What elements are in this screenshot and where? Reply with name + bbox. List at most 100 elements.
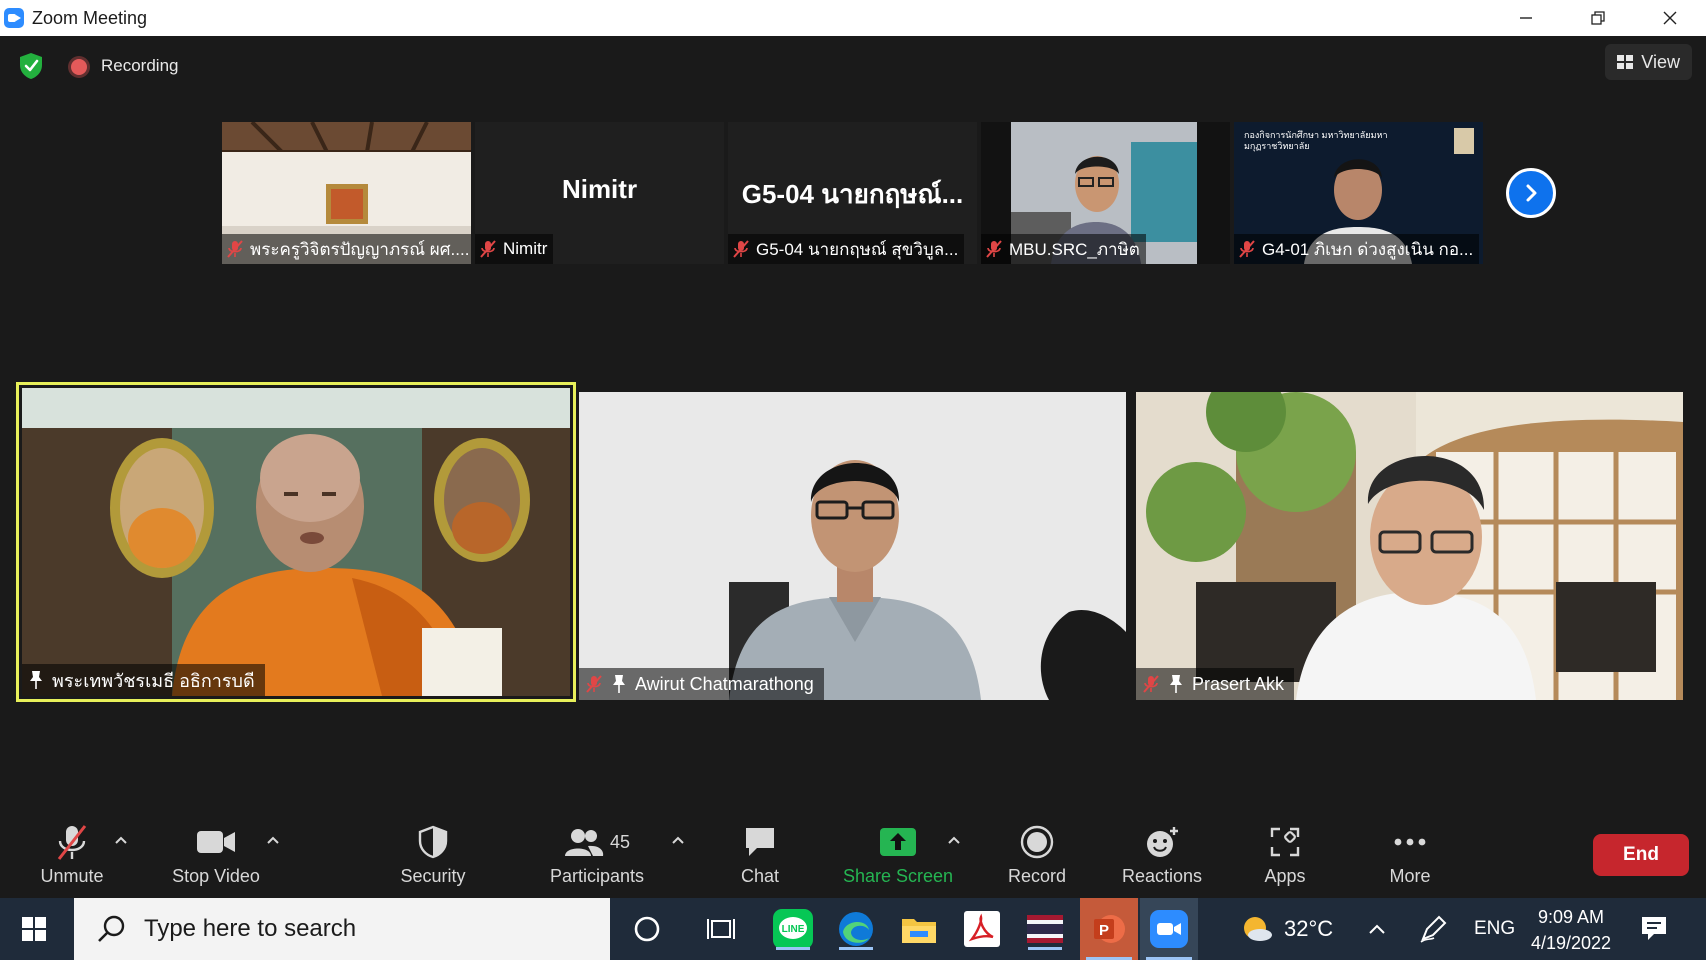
participant-thumbnail[interactable]: G5-04 นายกฤษณ์... G5-04 นายกฤษณ์ สุขวิบู… — [728, 122, 977, 264]
more-button[interactable]: More — [1380, 822, 1440, 894]
flag-app-icon[interactable] — [1024, 908, 1066, 950]
file-explorer-icon[interactable] — [898, 908, 940, 950]
search-placeholder: Type here to search — [144, 915, 357, 942]
participants-button[interactable]: 45 Participants — [542, 822, 652, 894]
chat-button[interactable]: Chat — [730, 822, 790, 894]
participants-label: Participants — [549, 866, 645, 886]
participant-thumbnail[interactable]: พระครูวิจิตรปัญญาภรณ์ ผศ.... — [222, 122, 471, 264]
folder-icon — [902, 919, 936, 943]
recording-icon — [71, 59, 87, 75]
participant-name: G5-04 นายกฤษณ์ สุขวิบูล... — [756, 239, 959, 259]
system-clock[interactable]: 9:09 AM 4/19/2022 — [1522, 904, 1620, 956]
share-screen-label: Share Screen — [842, 866, 954, 886]
mic-muted-icon — [480, 240, 496, 258]
participants-count: 45 — [609, 831, 631, 852]
participant-thumbnail[interactable]: MBU.SRC_ภาษิต — [981, 122, 1230, 264]
chat-label: Chat — [740, 866, 780, 886]
chevron-up-icon — [115, 836, 127, 844]
tray-overflow-button[interactable] — [1368, 898, 1386, 960]
pdf-icon — [964, 911, 1000, 947]
record-button[interactable]: Record — [1000, 822, 1074, 894]
apps-button[interactable]: Apps — [1256, 822, 1314, 894]
next-page-button[interactable] — [1506, 168, 1556, 218]
shield-icon — [418, 825, 448, 859]
mic-muted-icon — [1239, 240, 1255, 258]
chevron-up-icon — [267, 836, 279, 844]
mic-muted-icon — [1143, 675, 1159, 693]
apps-label: Apps — [1264, 866, 1306, 886]
video-options-caret[interactable] — [263, 830, 283, 850]
pen-icon — [1420, 915, 1447, 943]
participant-thumbnail[interactable]: กองกิจการนักศึกษา มหาวิทยาลัยมหามกุฏราชว… — [1234, 122, 1483, 264]
window-title: Zoom Meeting — [32, 7, 148, 28]
search-icon — [98, 915, 125, 942]
task-view-icon[interactable] — [700, 908, 742, 950]
powerpoint-logo-icon: P — [1094, 915, 1125, 943]
stop-video-button[interactable]: Stop Video — [164, 822, 268, 894]
cortana-icon[interactable] — [626, 908, 668, 950]
minimize-icon — [1520, 17, 1532, 19]
participant-big-name: Nimitr — [561, 174, 638, 204]
participants-icon — [564, 829, 604, 856]
windows-start-icon[interactable] — [22, 917, 46, 941]
restore-button[interactable] — [1562, 0, 1634, 36]
mic-muted-icon — [586, 675, 602, 693]
taskbar-search-box[interactable]: Type here to search — [74, 898, 610, 960]
audio-options-caret[interactable] — [111, 830, 131, 850]
line-logo-icon: LINE — [773, 909, 813, 949]
weather-widget[interactable]: 32°C — [1240, 898, 1333, 960]
zoom-app-icon — [4, 8, 24, 28]
thumbnail-banner-text: กองกิจการนักศึกษา มหาวิทยาลัยมหามกุฏราชว… — [1244, 130, 1388, 151]
grid-view-icon — [1617, 55, 1634, 69]
line-app-icon[interactable]: LINE — [772, 908, 814, 950]
chat-bubble-icon — [746, 828, 774, 856]
record-label: Record — [1007, 866, 1067, 886]
participant-thumbnail[interactable]: Nimitr Nimitr — [475, 122, 724, 264]
share-options-caret[interactable] — [944, 830, 964, 850]
pen-ink-button[interactable] — [1418, 898, 1448, 960]
unmute-button[interactable]: Unmute — [28, 822, 116, 894]
security-button[interactable]: Security — [392, 822, 474, 894]
edge-browser-icon[interactable] — [835, 908, 877, 950]
participant-name-label: Prasert Akk — [1136, 668, 1295, 700]
participant-name-label: G5-04 นายกฤษณ์ สุขวิบูล... — [728, 234, 965, 264]
task-view-glyph-icon — [707, 919, 735, 939]
close-button[interactable] — [1634, 0, 1706, 36]
participants-options-caret[interactable] — [668, 830, 688, 850]
mic-muted-icon — [57, 825, 87, 860]
clock-date: 4/19/2022 — [1530, 933, 1612, 953]
minimize-button[interactable] — [1490, 0, 1562, 36]
participant-video — [1136, 392, 1683, 700]
weather-sun-icon — [1244, 917, 1272, 941]
zoom-taskbar-icon[interactable] — [1140, 898, 1198, 960]
window-titlebar: Zoom Meeting — [0, 0, 1706, 36]
participant-video — [579, 392, 1126, 700]
share-screen-button[interactable]: Share Screen — [840, 822, 956, 894]
participant-name: Prasert Akk — [1192, 673, 1285, 694]
video-camera-icon — [197, 831, 235, 853]
reactions-button[interactable]: Reactions — [1116, 822, 1208, 894]
input-language[interactable]: ENG — [1474, 898, 1515, 960]
powerpoint-icon[interactable]: P — [1080, 898, 1138, 960]
video-tile[interactable]: Awirut Chatmarathong — [579, 392, 1126, 700]
mic-muted-icon — [986, 240, 1002, 258]
acrobat-icon[interactable] — [961, 908, 1003, 950]
participant-name: Awirut Chatmarathong — [635, 673, 814, 694]
meeting-toolbar: Unmute Stop Video Security 45 Participan… — [0, 818, 1706, 898]
notification-center-icon[interactable] — [1640, 914, 1668, 942]
view-label: View — [1641, 51, 1680, 72]
end-meeting-button[interactable]: End — [1593, 834, 1689, 876]
view-button[interactable]: View — [1605, 44, 1692, 80]
recording-label[interactable]: Recording — [101, 56, 179, 76]
participant-name-label: พระครูวิจิตรปัญญาภรณ์ ผศ.... — [222, 234, 471, 264]
svg-text:P: P — [1099, 922, 1109, 939]
edge-logo-icon — [839, 912, 873, 946]
thai-flag-icon — [1027, 915, 1063, 943]
video-tile[interactable]: Prasert Akk — [1136, 392, 1683, 700]
unmute-label: Unmute — [40, 866, 104, 886]
encryption-shield-icon[interactable] — [18, 52, 44, 80]
stop-video-label: Stop Video — [172, 866, 260, 886]
zoom-logo-icon — [1150, 910, 1188, 948]
close-icon — [1663, 11, 1677, 25]
participant-name-label: G4-01 ภิเษก ด่วงสูงเนิน กอ... — [1234, 234, 1480, 264]
